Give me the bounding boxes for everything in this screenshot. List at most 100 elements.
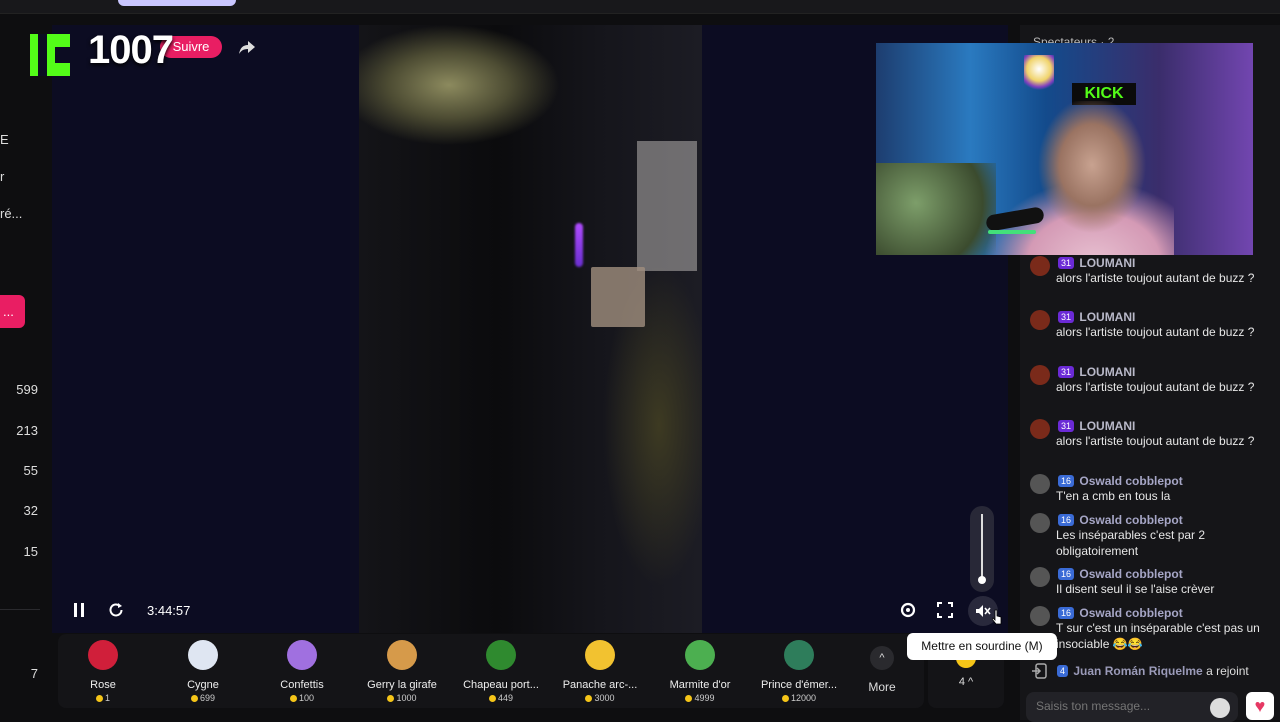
sidebar-label[interactable]: r bbox=[0, 169, 4, 184]
chat-message-input[interactable] bbox=[1036, 699, 1196, 713]
chat-username[interactable]: LOUMANI bbox=[1079, 310, 1135, 324]
fullscreen-icon[interactable] bbox=[933, 598, 957, 622]
gift-name: Gerry la girafe bbox=[367, 679, 437, 691]
gift-name: Confettis bbox=[280, 679, 324, 691]
top-bar bbox=[0, 0, 1280, 14]
stream-time: 3:44:57 bbox=[147, 603, 191, 618]
gift-item[interactable]: Panache arc-... 3000 bbox=[555, 640, 645, 704]
gift-item[interactable]: Gerry la girafe 1000 bbox=[357, 640, 447, 704]
microphone-light bbox=[988, 230, 1036, 234]
rank-count: 599 bbox=[16, 382, 38, 397]
gift-name: Prince d'émer... bbox=[760, 679, 838, 691]
gift-name: Marmite d'or bbox=[669, 679, 731, 691]
video-background-object bbox=[637, 141, 697, 271]
rainbow-icon bbox=[585, 640, 615, 670]
emoji-icon[interactable] bbox=[1210, 698, 1230, 718]
chat-username[interactable]: LOUMANI bbox=[1079, 419, 1135, 433]
chat-text: T sur c'est un inséparable c'est pas un … bbox=[1056, 621, 1260, 651]
left-sidebar: E r ré... ... 599 213 55 32 15 7 bbox=[0, 14, 52, 720]
mute-tooltip: Mettre en sourdine (M) bbox=[907, 633, 1057, 660]
gift-item[interactable]: Cygne 699 bbox=[158, 640, 248, 704]
chat-text: alors l'artiste toujout autant de buzz ? bbox=[1056, 434, 1255, 448]
share-icon[interactable] bbox=[238, 38, 256, 56]
gift-item[interactable]: Marmite d'or 4999 bbox=[655, 640, 745, 704]
coin-icon bbox=[781, 695, 789, 703]
kick-logo-icon bbox=[30, 34, 70, 76]
settings-gear-icon[interactable] bbox=[896, 598, 920, 622]
gift-price: 1 bbox=[104, 693, 110, 703]
volume-slider-knob[interactable] bbox=[978, 576, 986, 584]
speaker-muted-icon bbox=[976, 605, 991, 617]
top-bar-tab[interactable] bbox=[118, 0, 236, 6]
gift-price: 1000 bbox=[396, 693, 417, 703]
gift-price: 699 bbox=[199, 693, 216, 703]
sidebar-label[interactable]: E bbox=[0, 132, 9, 147]
subscriber-badge: 16 bbox=[1058, 475, 1075, 487]
video-background-object bbox=[591, 267, 645, 327]
subscriber-badge: 31 bbox=[1058, 366, 1075, 378]
mascot-icon bbox=[1024, 55, 1054, 95]
gift-name: Cygne bbox=[187, 679, 219, 691]
video-player[interactable] bbox=[52, 25, 1008, 633]
sidebar-action-button[interactable]: ... bbox=[0, 295, 25, 328]
subscriber-badge: 16 bbox=[1058, 607, 1075, 619]
coin-icon bbox=[95, 695, 103, 703]
heart-button[interactable]: ♥ bbox=[1246, 692, 1274, 720]
swan-icon bbox=[188, 640, 218, 670]
more-label: More bbox=[868, 680, 896, 694]
subscriber-badge: 4 bbox=[1057, 665, 1069, 677]
channel-name[interactable]: 1007 bbox=[88, 28, 174, 73]
reload-icon[interactable] bbox=[104, 598, 128, 622]
avatar[interactable] bbox=[1030, 365, 1050, 385]
gift-name: Chapeau port... bbox=[463, 679, 539, 691]
rank-count: 213 bbox=[16, 423, 38, 438]
volume-slider-track bbox=[981, 514, 983, 580]
chat-text: alors l'artiste toujout autant de buzz ? bbox=[1056, 380, 1255, 394]
coin-icon bbox=[387, 695, 395, 703]
coin-icon bbox=[685, 695, 693, 703]
gift-item[interactable]: Prince d'émer... 12000 bbox=[754, 640, 844, 704]
rank-count: 55 bbox=[23, 463, 38, 478]
rose-icon bbox=[88, 640, 118, 670]
hat-icon bbox=[486, 640, 516, 670]
chat-input-box[interactable] bbox=[1026, 692, 1238, 722]
gift-item[interactable]: Rose 1 bbox=[58, 640, 148, 704]
gift-name: Panache arc-... bbox=[562, 679, 638, 691]
avatar[interactable] bbox=[1030, 256, 1050, 276]
more-gifts-button[interactable]: ^ More bbox=[864, 646, 900, 694]
chat-username[interactable]: Oswald cobblepot bbox=[1079, 513, 1182, 527]
gift-item[interactable]: Chapeau port... 449 bbox=[456, 640, 546, 704]
rank-count: 15 bbox=[23, 544, 38, 559]
chat-username[interactable]: Oswald cobblepot bbox=[1079, 567, 1182, 581]
subscriber-badge: 31 bbox=[1058, 420, 1075, 432]
pause-icon[interactable] bbox=[67, 598, 91, 622]
chevron-up-icon: ^ bbox=[870, 646, 894, 670]
gift-item[interactable]: Confettis 100 bbox=[257, 640, 347, 704]
chat-username[interactable]: Oswald cobblepot bbox=[1079, 606, 1182, 620]
avatar[interactable] bbox=[1030, 419, 1050, 439]
avatar[interactable] bbox=[1030, 474, 1050, 494]
avatar[interactable] bbox=[1030, 567, 1050, 587]
avatar[interactable] bbox=[1030, 513, 1050, 533]
chat-username[interactable]: Oswald cobblepot bbox=[1079, 474, 1182, 488]
chat-text: Il disent seul il se l'aise crèver bbox=[1056, 582, 1215, 596]
gift-price: 449 bbox=[497, 693, 514, 703]
confetti-icon bbox=[287, 640, 317, 670]
join-icon bbox=[1032, 663, 1047, 679]
rank-count: 32 bbox=[23, 503, 38, 518]
sidebar-divider bbox=[0, 609, 40, 610]
pot-of-gold-icon bbox=[685, 640, 715, 670]
volume-slider[interactable] bbox=[970, 506, 994, 592]
chat-username[interactable]: Juan Román Riquelme bbox=[1073, 664, 1202, 678]
emerald-prince-icon bbox=[784, 640, 814, 670]
rank-count: 7 bbox=[30, 666, 38, 681]
gift-price: 12000 bbox=[790, 693, 817, 703]
chat-username[interactable]: LOUMANI bbox=[1079, 365, 1135, 379]
chat-username[interactable]: LOUMANI bbox=[1079, 256, 1135, 270]
coin-icon bbox=[190, 695, 198, 703]
mouse-cursor-icon bbox=[992, 609, 1002, 625]
avatar[interactable] bbox=[1030, 310, 1050, 330]
chat-text: alors l'artiste toujout autant de buzz ? bbox=[1056, 325, 1255, 339]
avatar[interactable] bbox=[1030, 606, 1050, 626]
sidebar-label[interactable]: ré... bbox=[0, 206, 22, 221]
